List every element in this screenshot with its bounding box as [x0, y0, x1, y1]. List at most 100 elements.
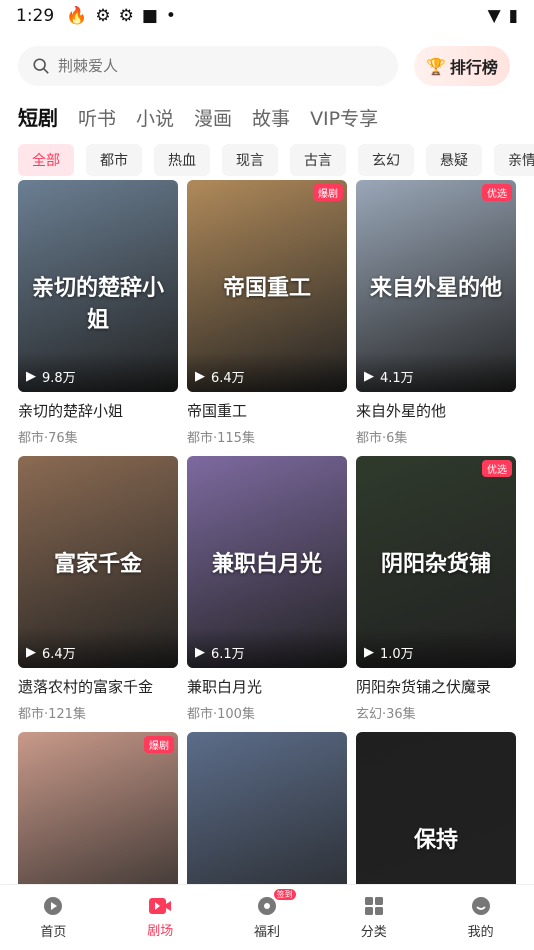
- poster-image[interactable]: 亲切的楚辞小姐 ▶ 9.8万: [18, 180, 178, 392]
- nav-profile[interactable]: 我的: [427, 885, 534, 950]
- tab-vip[interactable]: VIP专享: [310, 104, 378, 131]
- card-title: 遗落农村的富家千金: [18, 678, 154, 696]
- play-count-text: 9.8万: [42, 371, 76, 386]
- nav-label: 分类: [360, 925, 387, 940]
- category-tabs: 短剧 听书 小说 漫画 故事 VIP专享: [0, 102, 534, 131]
- drama-card[interactable]: 来自外星的他 优选 ▶ 4.1万 来自外星的他 都市·6集: [356, 180, 516, 446]
- play-icon: ▶: [195, 645, 205, 660]
- profile-icon: [471, 897, 490, 915]
- chip-urban[interactable]: 都市: [86, 144, 142, 176]
- square-icon: ■: [141, 6, 158, 26]
- tab-comic[interactable]: 漫画: [194, 104, 232, 131]
- card-meta: 都市·6集: [356, 431, 408, 446]
- rank-button[interactable]: 🏆 排行榜: [414, 46, 510, 86]
- card-meta: 都市·76集: [18, 431, 78, 446]
- card-meta: 都市·115集: [187, 431, 255, 446]
- trophy-icon: 🏆: [426, 56, 446, 76]
- play-count: ▶ 6.4万: [195, 367, 245, 386]
- poster-image[interactable]: 来自外星的他 优选 ▶ 4.1万: [356, 180, 516, 392]
- poster-image[interactable]: 阴阳杂货铺 优选 ▶ 1.0万: [356, 456, 516, 668]
- chip-family[interactable]: 亲情: [494, 144, 534, 176]
- play-count: ▶ 6.4万: [26, 643, 76, 662]
- poster-title: 保持: [413, 827, 458, 853]
- play-count-text: 6.4万: [211, 371, 245, 386]
- card-title: 亲切的楚辞小姐: [18, 402, 124, 420]
- drama-card[interactable]: 兼职白月光 ▶ 6.1万 兼职白月光 都市·100集: [187, 456, 347, 722]
- play-count: ▶ 1.0万: [364, 643, 414, 662]
- poster-title: 帝国重工: [222, 275, 311, 301]
- play-count: ▶ 4.1万: [364, 367, 414, 386]
- app-icon: ⚙: [95, 6, 111, 26]
- fire-icon: 🔥: [66, 6, 88, 26]
- card-title: 来自外星的他: [356, 402, 447, 420]
- play-count-text: 6.4万: [42, 647, 76, 662]
- play-icon: ▶: [195, 369, 205, 384]
- wifi-icon: ▼: [487, 6, 501, 26]
- nav-home[interactable]: 首页: [0, 885, 107, 950]
- rank-label: 排行榜: [449, 58, 498, 77]
- tab-audiobook[interactable]: 听书: [78, 104, 116, 131]
- category-icon: [364, 897, 383, 915]
- card-meta: 都市·121集: [18, 707, 86, 722]
- card-meta: 都市·100集: [187, 707, 255, 722]
- nav-label: 首页: [40, 925, 67, 940]
- poster-title: 亲切的楚辞小姐: [31, 275, 164, 333]
- chip-ancient-romance[interactable]: 古言: [290, 144, 346, 176]
- poster-image[interactable]: 富家千金 ▶ 6.4万: [18, 456, 178, 668]
- drama-card[interactable]: 亲切的楚辞小姐 ▶ 9.8万 亲切的楚辞小姐 都市·76集: [18, 180, 178, 446]
- nav-label: 剧场: [147, 924, 174, 939]
- nav-welfare[interactable]: 签到 福利: [214, 885, 321, 950]
- chip-all[interactable]: 全部: [18, 144, 74, 176]
- hot-badge: 爆剧: [313, 184, 343, 201]
- play-count-text: 4.1万: [380, 371, 414, 386]
- featured-badge: 优选: [482, 460, 512, 477]
- chip-hot-blood[interactable]: 热血: [154, 144, 210, 176]
- filter-chips: 全部 都市 热血 现言 古言 玄幻 悬疑 亲情: [0, 144, 534, 176]
- checkin-badge: 签到: [273, 889, 296, 900]
- bottom-nav: 首页 剧场 签到 福利 分类 我的: [0, 884, 534, 950]
- nav-label: 福利: [253, 925, 280, 940]
- search-icon: [33, 58, 49, 74]
- drama-card[interactable]: 帝国重工 爆剧 ▶ 6.4万 帝国重工 都市·115集: [187, 180, 347, 446]
- theater-icon: [149, 898, 172, 914]
- status-time: 1:29: [16, 6, 55, 26]
- hot-badge: 爆剧: [144, 736, 174, 753]
- play-icon: ▶: [364, 369, 374, 384]
- tab-novel[interactable]: 小说: [136, 104, 174, 131]
- play-icon: ▶: [364, 645, 374, 660]
- home-icon: [44, 897, 63, 915]
- card-title: 帝国重工: [187, 402, 248, 420]
- battery-icon: ▮: [508, 6, 518, 26]
- card-title: 阴阳杂货铺之伏魔录: [356, 678, 492, 696]
- play-icon: ▶: [26, 369, 36, 384]
- drama-card[interactable]: 阴阳杂货铺 优选 ▶ 1.0万 阴阳杂货铺之伏魔录 玄幻·36集: [356, 456, 516, 722]
- chip-fantasy[interactable]: 玄幻: [358, 144, 414, 176]
- card-title: 兼职白月光: [187, 678, 263, 696]
- chip-modern-romance[interactable]: 现言: [222, 144, 278, 176]
- featured-badge: 优选: [482, 184, 512, 201]
- poster-title: 富家千金: [53, 551, 142, 577]
- tab-story[interactable]: 故事: [252, 104, 290, 131]
- search-box[interactable]: [18, 46, 398, 86]
- play-count: ▶ 9.8万: [26, 367, 76, 386]
- drama-grid: 亲切的楚辞小姐 ▶ 9.8万 亲切的楚辞小姐 都市·76集 帝国重工 爆剧 ▶ …: [18, 180, 516, 944]
- status-bar: 1:29 🔥 ⚙ ⚙ ■ • ▼ ▮: [0, 0, 534, 32]
- app-icon: ⚙: [118, 6, 134, 26]
- nav-category[interactable]: 分类: [320, 885, 427, 950]
- nav-theater[interactable]: 剧场: [107, 885, 214, 950]
- drama-card[interactable]: 富家千金 ▶ 6.4万 遗落农村的富家千金 都市·121集: [18, 456, 178, 722]
- play-icon: ▶: [26, 645, 36, 660]
- play-count: ▶ 6.1万: [195, 643, 245, 662]
- poster-title: 阴阳杂货铺: [380, 551, 491, 577]
- chip-suspense[interactable]: 悬疑: [426, 144, 482, 176]
- tab-short-drama[interactable]: 短剧: [18, 102, 58, 131]
- card-meta: 玄幻·36集: [356, 707, 416, 722]
- poster-title: 来自外星的他: [369, 275, 502, 301]
- nav-label: 我的: [467, 925, 494, 940]
- poster-title: 兼职白月光: [211, 551, 322, 577]
- poster-image[interactable]: 帝国重工 爆剧 ▶ 6.4万: [187, 180, 347, 392]
- dot-icon: •: [165, 6, 176, 26]
- play-count-text: 1.0万: [380, 647, 414, 662]
- search-input[interactable]: [58, 57, 358, 75]
- poster-image[interactable]: 兼职白月光 ▶ 6.1万: [187, 456, 347, 668]
